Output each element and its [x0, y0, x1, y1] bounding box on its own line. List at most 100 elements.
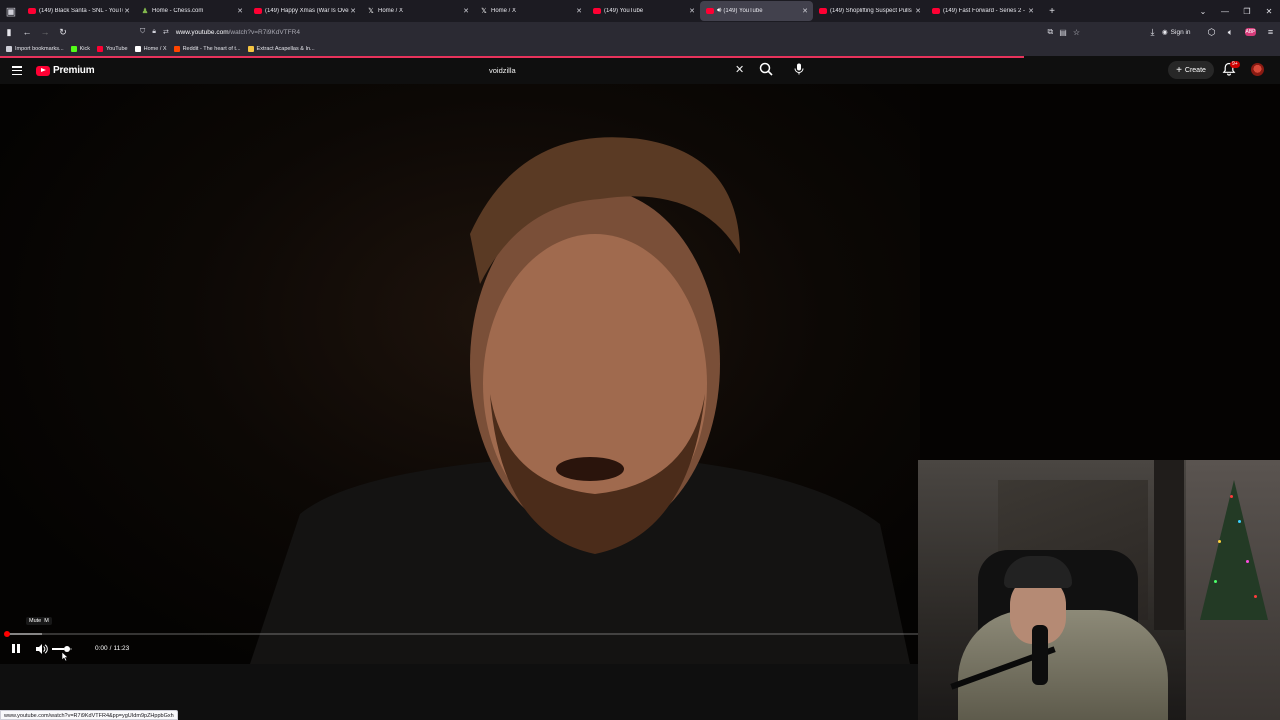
- search-icon[interactable]: [758, 61, 774, 77]
- search-input[interactable]: voidzilla: [484, 59, 752, 81]
- microphone: [1032, 625, 1048, 685]
- duration: 11:23: [113, 645, 130, 652]
- mouse-cursor-icon: [61, 651, 69, 662]
- tab-2[interactable]: ♟ Home - Chess.com ✕: [135, 1, 248, 21]
- tab-7[interactable]: 🔊︎ (149) YouTube ✕: [700, 1, 813, 21]
- downloads-icon[interactable]: ⤓: [1143, 27, 1162, 38]
- bookmark-item[interactable]: Extract Acapellas & In...: [247, 46, 315, 52]
- bookmark-label: YouTube: [106, 46, 128, 52]
- clear-search-icon[interactable]: ✕: [735, 63, 744, 76]
- background-doorway: [1154, 460, 1184, 630]
- video-frame: [0, 84, 920, 664]
- guide-menu-icon[interactable]: [12, 66, 22, 75]
- url-path: /watch?v=R7i9KdVTFR4: [228, 28, 300, 36]
- pause-button[interactable]: [12, 644, 22, 654]
- bookmark-item[interactable]: Kick: [70, 46, 90, 52]
- link-status-bar: www.youtube.com/watch?v=R7i9KdVTFR4&pp=y…: [0, 710, 178, 720]
- tab-audio-icon[interactable]: 🔊︎: [717, 7, 721, 15]
- bookmark-item[interactable]: Reddit - The heart of t...: [173, 46, 241, 52]
- premium-label: Premium: [53, 65, 95, 76]
- time-separator: /: [109, 645, 112, 652]
- youtube-icon: [28, 7, 36, 15]
- tree-light: [1238, 520, 1241, 523]
- tab-title: (149) YouTube: [723, 8, 763, 14]
- tab-title: (149) Happy Xmas (War Is Over): [265, 8, 349, 14]
- forward-icon[interactable]: →: [36, 27, 54, 37]
- create-button[interactable]: + Create: [1168, 61, 1214, 79]
- extensions-icon[interactable]: ⬡: [1202, 27, 1221, 38]
- bookmarks-toolbar: Import bookmarks... Kick YouTube Home / X Re…: [0, 42, 1280, 56]
- address-bar[interactable]: ⛉ 🔒︎ ⇄ www.youtube.com/watch?v=R7i9KdVTF…: [134, 23, 1086, 41]
- scrubber-handle[interactable]: [4, 631, 10, 637]
- tab-close-icon[interactable]: ✕: [575, 7, 583, 15]
- audio-icon[interactable]: 🔈︎: [1221, 27, 1240, 38]
- bookmark-item[interactable]: Import bookmarks...: [6, 46, 64, 52]
- shield-icon[interactable]: ⛉: [140, 28, 145, 36]
- back-icon[interactable]: ←: [18, 27, 36, 37]
- volume-level: [52, 648, 64, 650]
- youtube-logo[interactable]: Premium: [36, 65, 95, 76]
- app-menu-icon[interactable]: ≡: [1261, 27, 1280, 37]
- tab-title: Home - Chess.com: [152, 8, 204, 14]
- url-host: www.youtube.com: [175, 28, 229, 36]
- permissions-icon[interactable]: ⇄: [163, 28, 169, 36]
- tab-4[interactable]: 𝕏 Home / X ✕: [361, 1, 474, 21]
- tab-title: (149) YouTube: [604, 8, 644, 14]
- sidebar-toggle-icon[interactable]: ▮: [0, 27, 18, 38]
- mute-tooltip-key: M: [44, 618, 49, 624]
- tab-close-icon[interactable]: ✕: [236, 7, 244, 15]
- youtube-icon: [819, 7, 827, 15]
- x-icon: 𝕏: [481, 8, 487, 15]
- reader-view-icon[interactable]: ▤: [1059, 28, 1067, 37]
- bookmark-label: Reddit - The heart of t...: [182, 46, 241, 52]
- tab-close-icon[interactable]: ✕: [688, 7, 696, 15]
- picture-in-picture-icon[interactable]: ⧉: [1048, 27, 1054, 37]
- youtube-icon: [706, 7, 714, 15]
- restore-icon[interactable]: ❐: [1236, 7, 1258, 16]
- tab-8[interactable]: (149) Shoplifting Suspect Pulls ✕: [813, 1, 926, 21]
- reload-icon[interactable]: ↻: [54, 27, 72, 38]
- tab-9[interactable]: (149) Fast Forward - Series 2 - E ✕: [926, 1, 1039, 21]
- mute-tooltip: Mute M: [26, 617, 52, 625]
- tab-close-icon[interactable]: ✕: [349, 7, 357, 15]
- bookmark-label: Kick: [79, 46, 90, 52]
- tab-1[interactable]: (149) Black Santa - SNL - YouTube ✕: [22, 1, 135, 21]
- account-icon: ◉: [1162, 29, 1168, 36]
- tab-list-icon[interactable]: ▣: [0, 0, 22, 22]
- volume-icon[interactable]: [35, 643, 48, 655]
- tab-5[interactable]: 𝕏 Home / X ✕: [474, 1, 587, 21]
- bookmark-label: Home / X: [143, 46, 167, 52]
- tree-light: [1246, 560, 1249, 563]
- lock-icon[interactable]: 🔒︎: [152, 28, 156, 36]
- bookmark-star-icon[interactable]: ☆: [1073, 28, 1080, 37]
- tab-close-icon[interactable]: ✕: [914, 7, 922, 15]
- tab-6[interactable]: (149) YouTube ✕: [587, 1, 700, 21]
- tab-close-icon[interactable]: ✕: [123, 7, 131, 15]
- tab-close-icon[interactable]: ✕: [801, 7, 809, 15]
- tab-close-icon[interactable]: ✕: [462, 7, 470, 15]
- tab-title: Home / X: [491, 8, 517, 14]
- avatar[interactable]: [1251, 63, 1264, 76]
- bookmark-label: Import bookmarks...: [15, 46, 64, 52]
- tab-3[interactable]: (149) Happy Xmas (War Is Over) ✕: [248, 1, 361, 21]
- bookmark-item[interactable]: YouTube: [97, 46, 128, 52]
- browser-window: ▣ (149) Black Santa - SNL - YouTube ✕ ♟ Hom…: [0, 0, 1280, 720]
- progress-bar[interactable]: [6, 633, 918, 635]
- new-tab-button[interactable]: +: [1045, 6, 1059, 17]
- voice-search-icon[interactable]: [791, 61, 807, 77]
- bookmark-item[interactable]: Home / X: [134, 46, 167, 52]
- youtube-play-icon: [36, 65, 50, 76]
- sign-in-button[interactable]: ◉ Sign in: [1162, 28, 1202, 37]
- youtube-icon: [932, 7, 940, 15]
- tab-overflow-chevron-icon[interactable]: ⌄: [1192, 7, 1214, 16]
- christmas-tree: [1200, 480, 1268, 620]
- adblock-extension-icon[interactable]: ABP: [1245, 28, 1256, 36]
- tab-close-icon[interactable]: ✕: [1027, 7, 1035, 15]
- presenter-figure: [250, 137, 910, 664]
- close-window-icon[interactable]: ✕: [1258, 7, 1280, 16]
- tab-strip: ▣ (149) Black Santa - SNL - YouTube ✕ ♟ Hom…: [0, 0, 1280, 22]
- reddit-icon: [173, 46, 180, 52]
- youtube-icon: [97, 46, 103, 52]
- youtube-icon: [593, 7, 601, 15]
- minimize-icon[interactable]: —: [1214, 7, 1236, 16]
